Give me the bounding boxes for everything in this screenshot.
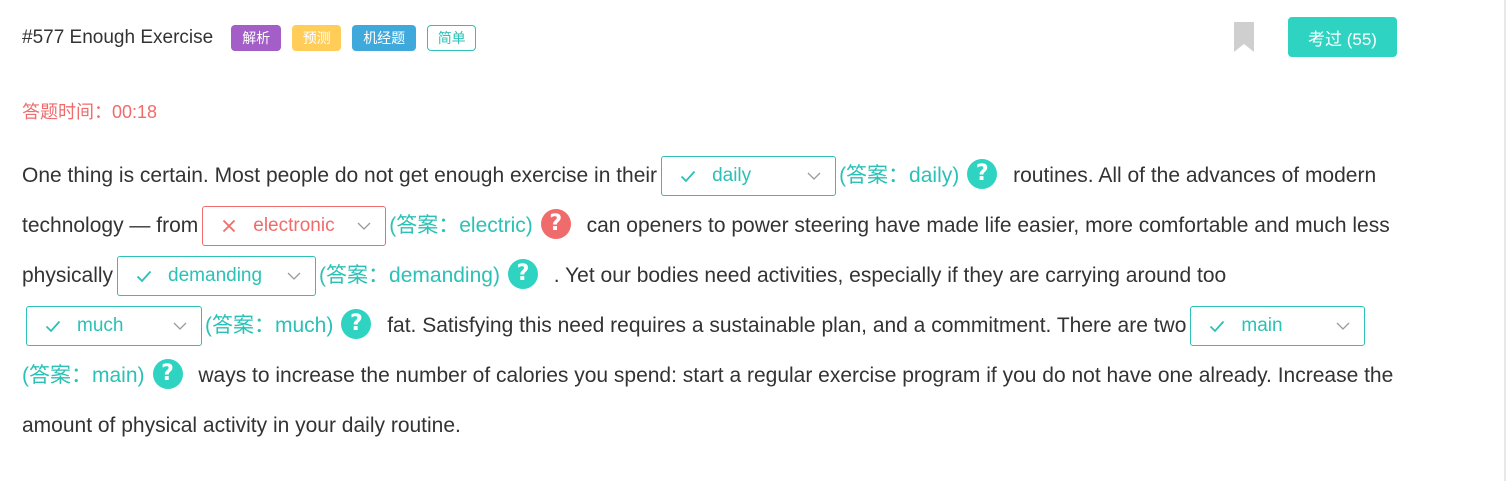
question-circle-icon[interactable]: ? <box>967 159 998 190</box>
blank-answer: (答案：much) <box>205 314 334 337</box>
blank-answer: (答案：main) <box>22 364 145 387</box>
timer-value: 00:18 <box>112 102 158 122</box>
chevron-down-icon <box>807 172 821 181</box>
tag-difficulty: 简单 <box>427 25 477 51</box>
exam-count-button[interactable]: 考过 (55) <box>1288 17 1397 57</box>
blank-selected-value: demanding <box>168 265 263 287</box>
blank-select-5[interactable]: main <box>1190 306 1366 347</box>
question-page: #577 Enough Exercise 解析 预测 机经题 简单 考过 (55… <box>0 0 1506 481</box>
check-icon <box>136 271 152 283</box>
passage-text: One thing is certain. Most people do not… <box>22 164 658 187</box>
tag-prediction[interactable]: 预测 <box>292 25 342 51</box>
blank-select-1[interactable]: daily <box>661 156 837 197</box>
chevron-down-icon <box>357 222 371 231</box>
blank-selected-value: much <box>77 315 124 337</box>
bookmark-icon[interactable] <box>1234 22 1254 52</box>
blank-selected-value: electronic <box>253 215 335 237</box>
check-icon <box>1210 321 1225 333</box>
question-circle-icon[interactable]: ? <box>341 309 372 340</box>
blank-selected-value: main <box>1241 315 1283 337</box>
check-icon <box>680 171 696 183</box>
check-icon <box>45 321 61 333</box>
timer-label: 答题时间： <box>22 102 112 122</box>
question-title: #577 Enough Exercise <box>22 27 214 48</box>
passage-text: . Yet our bodies need activities, especi… <box>553 264 1227 287</box>
passage: One thing is certain. Most people do not… <box>22 151 1402 451</box>
question-circle-icon[interactable]: ? <box>507 259 538 290</box>
blank-answer: (答案：electric) <box>389 214 533 237</box>
answer-timer: 答题时间：00:18 <box>22 98 157 124</box>
passage-text: fat. Satisfying this need requires a sus… <box>387 314 1187 337</box>
question-circle-icon[interactable]: ? <box>152 359 183 390</box>
cross-icon <box>223 220 236 233</box>
tag-machine-exam[interactable]: 机经题 <box>352 25 417 51</box>
question-circle-icon[interactable]: ? <box>540 209 571 240</box>
blank-select-2[interactable]: electronic <box>202 206 387 247</box>
chevron-down-icon <box>1336 322 1350 331</box>
question-header: #577 Enough Exercise 解析 预测 机经题 简单 <box>22 24 487 52</box>
blank-answer: (答案：daily) <box>839 164 960 187</box>
blank-select-3[interactable]: demanding <box>117 256 317 297</box>
passage-text: ways to increase the number of calories … <box>22 364 1394 437</box>
blank-selected-value: daily <box>712 165 752 187</box>
blank-select-4[interactable]: much <box>26 306 202 347</box>
chevron-down-icon <box>287 272 301 281</box>
tag-analysis[interactable]: 解析 <box>231 25 282 51</box>
chevron-down-icon <box>173 322 187 331</box>
blank-answer: (答案：demanding) <box>319 264 500 287</box>
